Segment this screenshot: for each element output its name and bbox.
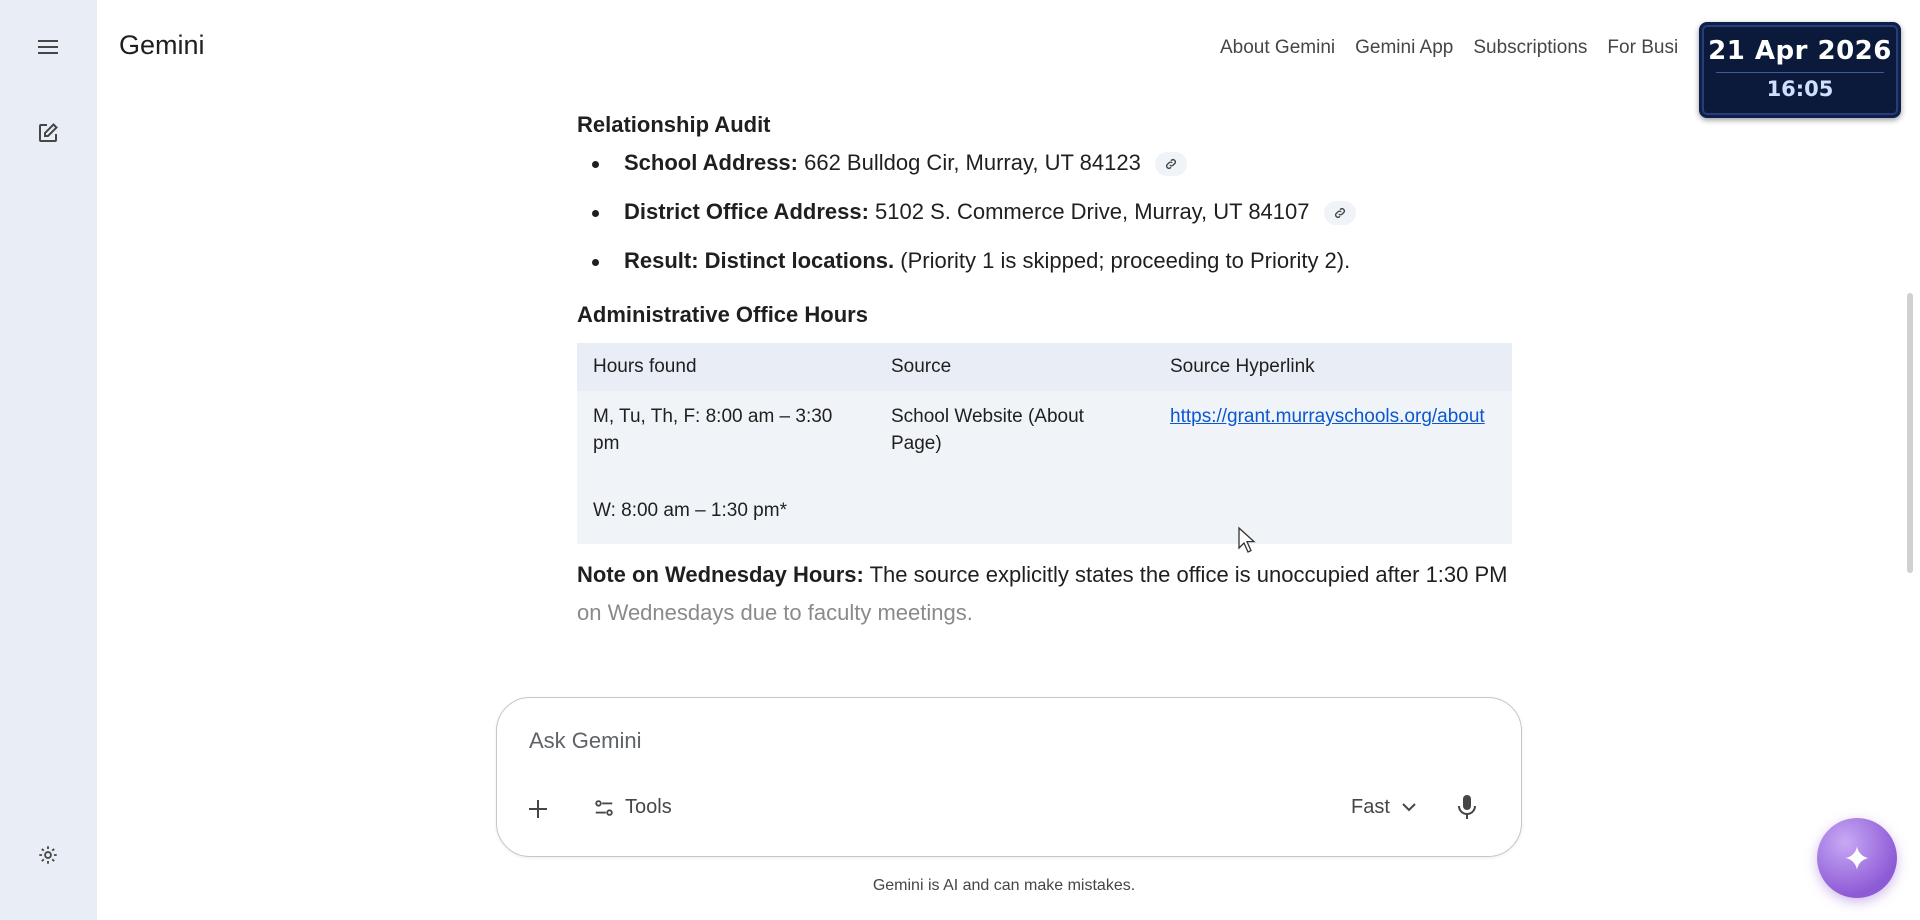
item-value: 662 Bulldog Cir, Murray, UT 84123 (798, 150, 1141, 175)
disclaimer: Gemini is AI and can make mistakes. (0, 877, 1920, 895)
sparkle-icon (1845, 846, 1869, 870)
item-label: School Address: (624, 150, 798, 175)
list-item: District Office Address: 5102 S. Commerc… (577, 199, 1512, 226)
link-icon[interactable] (1154, 152, 1187, 177)
table-row: W: 8:00 am – 1:30 pm* (577, 469, 1512, 545)
relationship-list: School Address: 662 Bulldog Cir, Murray,… (577, 150, 1512, 274)
tools-icon (595, 799, 613, 816)
item-value: (Priority 1 is skipped; proceeding to Pr… (894, 248, 1351, 274)
table-header-row: Hours found Source Source Hyperlink (577, 343, 1512, 392)
clock-date: 21 Apr 2026 (1708, 36, 1892, 66)
mode-selector[interactable]: Fast (1351, 796, 1416, 819)
wednesday-note: Note on Wednesday Hours: The source expl… (577, 556, 1512, 632)
settings-icon[interactable] (30, 837, 66, 873)
menu-icon[interactable] (30, 29, 66, 65)
tools-button[interactable]: Tools (593, 796, 672, 819)
column-header: Source (875, 343, 1154, 392)
table-cell (1154, 469, 1512, 545)
top-nav: About Gemini Gemini App Subscriptions Fo… (1220, 37, 1678, 59)
note-text: The source explicitly states the office … (863, 562, 1508, 588)
source-link[interactable]: https://grant.murrayschools.org/about (1170, 406, 1485, 427)
table-row: M, Tu, Th, F: 8:00 am – 3:30 pm School W… (577, 391, 1512, 470)
office-hours-heading: Administrative Office Hours (577, 302, 868, 328)
table-cell: School Website (About Page) (875, 391, 1154, 470)
item-value: 5102 S. Commerce Drive, Murray, UT 84107 (868, 199, 1310, 225)
brand-title[interactable]: Gemini (119, 30, 205, 61)
scrollbar-thumb[interactable] (1907, 293, 1913, 573)
link-icon[interactable] (1323, 201, 1356, 226)
response-content: Relationship Audit School Address: 662 B… (577, 112, 1512, 632)
note-label: Note on Wednesday Hours: (577, 562, 864, 588)
clock-time: 16:05 (1766, 77, 1834, 101)
table-cell: https://grant.murrayschools.org/about (1154, 391, 1512, 470)
list-item: Result: Distinct locations. (Priority 1 … (577, 248, 1512, 274)
column-header: Hours found (577, 343, 875, 392)
mode-label: Fast (1351, 796, 1390, 818)
clock-overlay: 21 Apr 2026 16:05 (1699, 22, 1901, 118)
table-cell: M, Tu, Th, F: 8:00 am – 3:30 pm (577, 391, 875, 470)
relationship-heading: Relationship Audit (577, 112, 771, 137)
list-item: School Address: 662 Bulldog Cir, Murray,… (577, 150, 1512, 177)
item-label: Result: Distinct locations. (624, 248, 895, 274)
mic-icon[interactable] (1457, 794, 1481, 822)
disclaimer-text: Gemini is AI and can make mistakes. (872, 877, 1136, 894)
mouse-cursor-icon (1238, 526, 1256, 553)
plus-icon[interactable] (527, 798, 549, 820)
prompt-box[interactable]: Ask Gemini Tools Fast (496, 697, 1522, 857)
table-cell (875, 469, 1154, 545)
office-hours-table: Hours found Source Source Hyperlink M, T… (577, 343, 1512, 545)
note-text-faded: on Wednesdays due to faculty meetings. (577, 600, 973, 626)
side-rail (0, 0, 97, 920)
column-header: Source Hyperlink (1154, 343, 1512, 392)
nav-gemini-app[interactable]: Gemini App (1355, 37, 1453, 59)
chevron-down-icon (1402, 803, 1416, 812)
sparkle-button[interactable] (1817, 818, 1897, 898)
table-cell: W: 8:00 am – 1:30 pm* (577, 469, 875, 545)
new-chat-icon[interactable] (30, 115, 66, 151)
nav-subscriptions[interactable]: Subscriptions (1473, 37, 1587, 59)
prompt-input[interactable]: Ask Gemini (529, 728, 641, 754)
tools-label: Tools (625, 796, 672, 818)
item-label: District Office Address: (624, 199, 869, 225)
clock-divider (1716, 72, 1884, 73)
nav-about-gemini[interactable]: About Gemini (1220, 37, 1335, 59)
nav-for-business[interactable]: For Busi (1607, 37, 1678, 59)
